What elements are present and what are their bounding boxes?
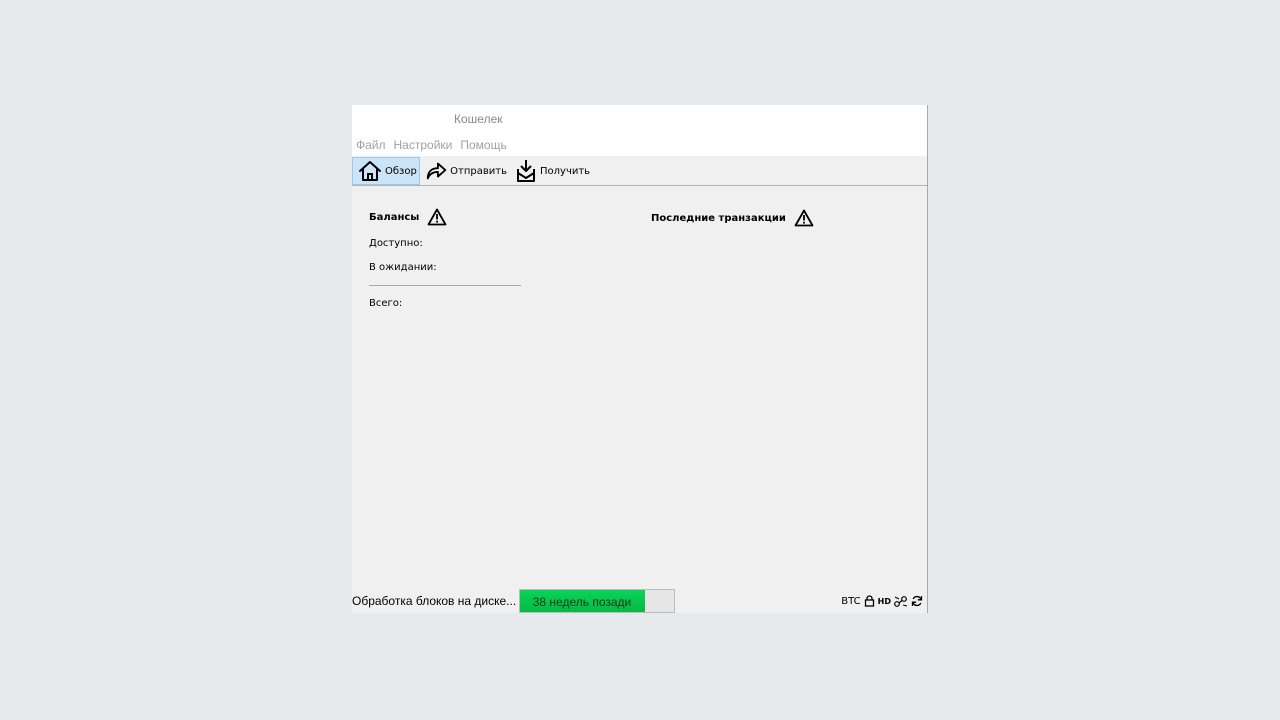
receive-label: Получить xyxy=(540,165,591,177)
warning-icon[interactable] xyxy=(427,208,447,226)
sync-icon xyxy=(911,595,923,607)
title-bar[interactable]: Кошелек xyxy=(352,105,927,134)
warning-icon[interactable] xyxy=(794,209,814,227)
send-arrow-icon xyxy=(426,162,447,180)
wallet-window: Кошелек Файл Настройки Помощь Обзор Отпр… xyxy=(352,105,928,613)
home-icon xyxy=(359,161,381,181)
menu-file[interactable]: Файл xyxy=(352,138,390,152)
menu-settings[interactable]: Настройки xyxy=(390,138,457,152)
lock-icon xyxy=(864,595,874,607)
total-label: Всего: xyxy=(369,298,403,309)
menu-bar: Файл Настройки Помощь xyxy=(352,134,927,156)
pending-label: В ожидании: xyxy=(369,262,437,273)
unit-label[interactable]: BTC xyxy=(841,596,860,607)
send-button[interactable]: Отправить xyxy=(425,157,507,185)
send-label: Отправить xyxy=(450,165,507,177)
overview-button[interactable]: Обзор xyxy=(352,157,420,185)
balances-heading: Балансы xyxy=(369,208,447,226)
transactions-title: Последние транзакции xyxy=(651,212,786,224)
sync-progress-bar: 38 недель позади xyxy=(519,589,675,613)
toolbar: Обзор Отправить Получить xyxy=(352,156,927,186)
overview-label: Обзор xyxy=(385,165,417,177)
balance-divider xyxy=(369,285,521,286)
sync-status-label: Обработка блоков на диске... xyxy=(352,594,517,608)
inbox-download-icon xyxy=(517,160,535,182)
status-indicators: BTC HD xyxy=(841,595,923,607)
transactions-heading: Последние транзакции xyxy=(651,209,814,227)
receive-button[interactable]: Получить xyxy=(515,157,595,185)
menu-help[interactable]: Помощь xyxy=(456,138,510,152)
balances-title: Балансы xyxy=(369,211,420,223)
network-icon xyxy=(894,596,908,607)
hd-wallet-badge: HD xyxy=(877,596,891,606)
available-label: Доступно: xyxy=(369,238,423,249)
sync-progress-text: 38 недель позади xyxy=(532,595,632,609)
window-title: Кошелек xyxy=(454,112,503,126)
